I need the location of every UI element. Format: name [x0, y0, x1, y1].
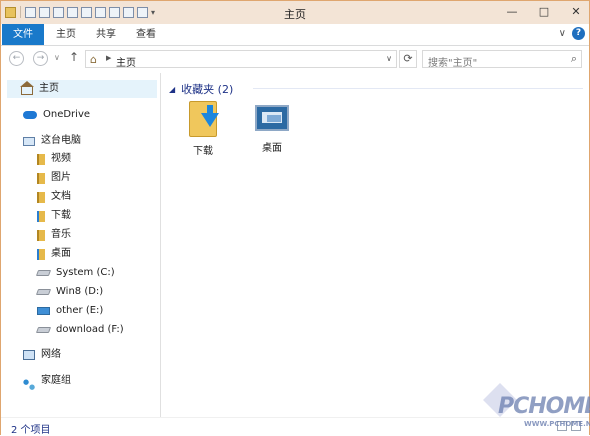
sidebar-item-network[interactable]: 网络	[23, 346, 61, 364]
maximize-button[interactable]: □	[537, 4, 551, 20]
computer-icon	[23, 136, 35, 146]
tile-label: 桌面	[262, 143, 282, 154]
tab-view[interactable]: 查看	[129, 24, 163, 45]
watermark-logo: PCHOME WWW.PCHOME.NET	[478, 383, 590, 432]
window-title: 主页	[284, 8, 306, 21]
sidebar-item-desktop[interactable]: 桌面	[37, 245, 71, 263]
downloads-folder-icon	[37, 210, 45, 222]
close-button[interactable]: ✕	[569, 4, 583, 20]
sidebar-item-label: 主页	[39, 83, 59, 94]
sidebar-item-homegroup[interactable]: 家庭组	[23, 372, 71, 396]
sidebar-item-label: OneDrive	[43, 109, 91, 120]
sidebar-item-label: Win8 (D:)	[56, 286, 104, 297]
sidebar-item-this-pc[interactable]: 这台电脑	[23, 132, 81, 150]
music-folder-icon	[37, 229, 45, 241]
desktop-icon	[255, 105, 289, 131]
sidebar-item-drive-d[interactable]: Win8 (D:)	[35, 283, 104, 301]
tab-home[interactable]: 主页	[49, 24, 83, 45]
navigation-pane: 主页 OneDrive 这台电脑 视频 图片 文档 下载 音乐 桌面 Syste…	[1, 73, 161, 417]
ribbon-right-controls: ∨ ?	[559, 27, 585, 40]
tile-label: 下载	[193, 146, 213, 157]
back-button[interactable]: ←	[9, 51, 24, 66]
sidebar-item-onedrive[interactable]: OneDrive	[23, 106, 90, 124]
sidebar-item-label: other (E:)	[56, 305, 104, 316]
desktop-folder-icon	[37, 248, 45, 260]
drive-icon	[35, 270, 52, 276]
collapse-chevron-icon[interactable]: ◢	[169, 85, 175, 94]
documents-folder-icon	[37, 191, 45, 203]
sidebar-item-videos[interactable]: 视频	[37, 150, 71, 168]
title-bar[interactable]: ▾ 主页 — □ ✕	[1, 1, 589, 24]
drive-icon	[35, 327, 52, 333]
refresh-button[interactable]: ⟳	[399, 50, 417, 68]
item-count: 2 个项目	[11, 425, 51, 436]
sidebar-item-drive-c[interactable]: System (C:)	[35, 264, 115, 282]
breadcrumb-arrow-icon[interactable]: ▶	[106, 54, 111, 62]
file-list-pane[interactable]: ◢ 收藏夹 (2) 下载 桌面	[161, 73, 589, 417]
search-icon[interactable]: ⌕	[571, 52, 577, 66]
up-button[interactable]: ↑	[69, 50, 79, 64]
group-divider	[253, 88, 583, 89]
help-icon[interactable]: ?	[572, 27, 585, 40]
sidebar-item-label: 下载	[51, 210, 71, 221]
sidebar-item-label: 网络	[41, 349, 61, 360]
sidebar-item-label: 视频	[51, 153, 71, 164]
sidebar-item-pictures[interactable]: 图片	[37, 169, 71, 187]
windows-drive-icon	[37, 307, 50, 315]
sidebar-item-label: 家庭组	[41, 375, 71, 386]
address-dropdown-chevron-icon[interactable]: ∨	[386, 54, 392, 63]
tile-desktop[interactable]: 桌面	[242, 99, 302, 154]
sidebar-item-label: 这台电脑	[41, 135, 81, 146]
address-bar[interactable]: ⌂ ▶ 主页 ∨	[85, 50, 397, 69]
favorites-group-header[interactable]: ◢ 收藏夹 (2)	[169, 81, 233, 97]
sidebar-item-label: 文档	[51, 191, 71, 202]
minimize-button[interactable]: —	[505, 4, 519, 20]
downloads-folder-icon	[185, 99, 221, 139]
forward-button[interactable]: →	[33, 51, 48, 66]
pictures-folder-icon	[37, 172, 45, 184]
videos-folder-icon	[37, 153, 45, 165]
group-title: 收藏夹 (2)	[181, 83, 234, 96]
drive-icon	[35, 289, 52, 295]
search-input[interactable]: 搜索"主页" ⌕	[422, 50, 582, 69]
sidebar-item-label: download (F:)	[56, 324, 124, 335]
explorer-window: ▾ 主页 — □ ✕ 文件 主页 共享 查看 ∨ ? ← → ∨ ↑ ⌂ ▶ 主…	[0, 0, 590, 436]
watermark-site: WWW.PCHOME.NET	[524, 420, 590, 428]
sidebar-item-documents[interactable]: 文档	[37, 188, 71, 206]
sidebar-item-label: 音乐	[51, 229, 71, 240]
sidebar-item-drive-e[interactable]: other (E:)	[37, 302, 103, 320]
sidebar-item-label: 图片	[51, 172, 71, 183]
sidebar-item-label: System (C:)	[56, 267, 115, 278]
window-controls: — □ ✕	[505, 4, 583, 20]
recent-locations-chevron-icon[interactable]: ∨	[54, 53, 60, 62]
watermark-text: PCHOME	[498, 394, 590, 419]
expand-ribbon-chevron-icon[interactable]: ∨	[559, 28, 566, 39]
navigation-bar: ← → ∨ ↑ ⌂ ▶ 主页 ∨ ⟳ 搜索"主页" ⌕	[1, 46, 589, 73]
ribbon-tabs: 文件 主页 共享 查看 ∨ ?	[1, 24, 589, 46]
onedrive-icon	[23, 111, 37, 119]
tab-file[interactable]: 文件	[2, 24, 44, 45]
tile-downloads[interactable]: 下载	[173, 99, 233, 157]
sidebar-item-downloads[interactable]: 下载	[37, 207, 71, 225]
network-icon	[23, 350, 35, 360]
breadcrumb[interactable]: 主页	[116, 54, 136, 69]
home-icon	[20, 80, 34, 95]
sidebar-item-drive-f[interactable]: download (F:)	[35, 321, 124, 339]
sidebar-item-home[interactable]: 主页	[7, 80, 157, 98]
homegroup-icon	[23, 373, 35, 396]
sidebar-item-label: 桌面	[51, 248, 71, 259]
tab-share[interactable]: 共享	[89, 24, 123, 45]
home-icon: ⌂	[90, 53, 97, 66]
search-placeholder: 搜索"主页"	[428, 58, 478, 69]
sidebar-item-music[interactable]: 音乐	[37, 226, 71, 244]
